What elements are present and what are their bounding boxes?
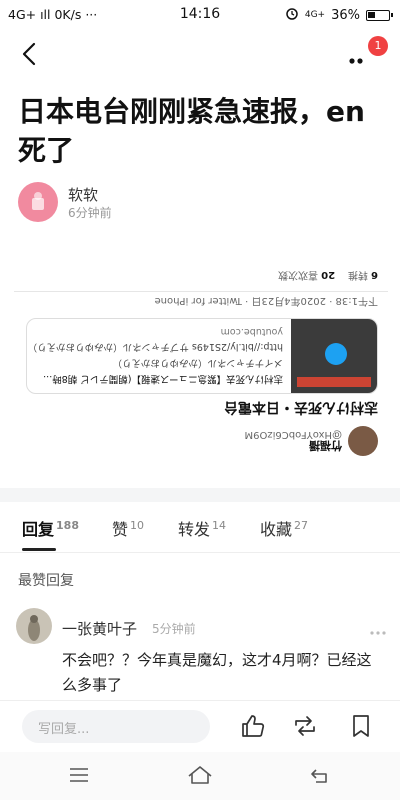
top-nav: 1 <box>0 30 400 78</box>
section-divider <box>0 488 400 502</box>
tab-favorites-label: 收藏 <box>260 520 293 539</box>
tweet-divider <box>14 291 388 292</box>
author-time: 6分钟前 <box>68 206 112 220</box>
embedded-tweet-image[interactable]: 竹福播 @HxoYFobC6izO9M 志村けん死去・日本電台 志村けん死去【緊… <box>14 252 388 460</box>
tab-likes[interactable]: 赞 10 <box>112 516 144 540</box>
reply-input[interactable]: 写回复... <box>22 710 210 743</box>
tweet-user-name: 竹福播 <box>309 439 342 452</box>
status-bar: 4G+ ıll 0K/s ··· 14:16 4G+ 36% <box>0 0 400 30</box>
tab-reposts-label: 转发 <box>178 520 211 539</box>
tweet-user-handle: @HxoYFobC6izO9M <box>244 429 342 440</box>
alarm-icon <box>285 6 299 24</box>
tweet-meta: 下午1:38 · 2020年4月23日 · Twitter for iPhone <box>154 295 378 306</box>
tab-replies-label: 回复 <box>22 520 55 539</box>
tab-active-indicator <box>22 548 56 551</box>
comment-more-icon[interactable] <box>370 620 386 639</box>
tweet-retweets-label: 转推 <box>347 269 368 280</box>
tabs-separator <box>0 552 400 553</box>
tweet-card-link: http://bit.ly/2S149s サブチャンネル（かみゆりおかえり）..… <box>26 341 283 352</box>
more-dots-icon <box>348 50 368 69</box>
tab-replies[interactable]: 回复 188 <box>22 516 79 540</box>
home-icon[interactable] <box>187 764 213 786</box>
comment-time: 5分钟前 <box>152 622 196 636</box>
tweet-retweets-count: 6 <box>371 269 378 280</box>
tweet-card-thumbnail <box>291 318 377 393</box>
menu-icon[interactable] <box>66 764 92 786</box>
commenter-avatar[interactable] <box>16 608 52 644</box>
comment-item[interactable]: 一张黄叶子 5分钟前 不会吧？？今年真是魔幻，这才4月啊？已经这么多事了 <box>16 608 386 700</box>
return-icon[interactable] <box>308 764 334 786</box>
tab-likes-label: 赞 <box>112 520 129 539</box>
tab-bar: 回复 188 赞 10 转发 14 收藏 27 <box>0 516 400 552</box>
bottom-action-bar: 写回复... <box>0 700 400 752</box>
network-label: 4G+ <box>304 10 326 20</box>
tweet-card-title: 志村けん死去【緊急ニュース速報】(朝聞テレビ 朝8時... <box>43 373 283 384</box>
comment-text: 不会吧？？今年真是魔幻，这才4月啊？已经这么多事了 <box>62 651 372 694</box>
tweet-user-avatar <box>348 426 378 456</box>
tweet-headline: 志村けん死去・日本電台 <box>224 399 378 415</box>
tab-favorites[interactable]: 收藏 27 <box>260 516 308 540</box>
bookmark-icon[interactable] <box>348 713 374 739</box>
tab-favorites-count: 27 <box>294 519 309 532</box>
notification-badge: 1 <box>368 36 388 56</box>
tab-reposts-count: 14 <box>212 519 227 532</box>
back-arrow-icon[interactable] <box>16 40 44 68</box>
tab-likes-count: 10 <box>130 519 145 532</box>
tab-reposts[interactable]: 转发 14 <box>178 516 226 540</box>
thumbs-up-icon[interactable] <box>240 713 266 739</box>
share-icon[interactable] <box>292 713 318 739</box>
battery-fill <box>368 11 375 18</box>
battery-percent: 36% <box>331 7 360 23</box>
tweet-likes-label: 喜欢次数 <box>278 269 319 280</box>
more-button[interactable]: 1 <box>348 36 388 72</box>
tweet-link-card: 志村けん死去【緊急ニュース速報】(朝聞テレビ 朝8時... メイナチャンネル（か… <box>26 318 378 394</box>
article-title: 日本电台刚刚紧急速报，en死了 <box>18 95 365 167</box>
tweet-card-domain: youtube.com <box>220 326 283 337</box>
status-right: 4G+ 36% <box>285 6 393 24</box>
reply-placeholder: 写回复... <box>38 722 90 737</box>
top-replies-heading: 最赞回复 <box>18 573 74 589</box>
author-row[interactable]: 软软 6分钟前 <box>18 182 318 226</box>
tweet-likes-count: 20 <box>321 269 336 280</box>
tweet-stats: 6 转推 20 喜欢次数 <box>278 269 378 284</box>
author-avatar[interactable] <box>18 182 58 222</box>
author-name[interactable]: 软软 <box>68 184 98 205</box>
embedded-tweet-rotated: 竹福播 @HxoYFobC6izO9M 志村けん死去・日本電台 志村けん死去【緊… <box>14 252 388 460</box>
system-nav-bar <box>0 752 400 800</box>
tab-replies-count: 188 <box>56 519 79 532</box>
tweet-card-subtitle: メイナチャンネル（かみゆりおかえり） <box>112 357 283 368</box>
battery-icon <box>366 9 393 21</box>
commenter-name[interactable]: 一张黄叶子 <box>62 618 137 639</box>
